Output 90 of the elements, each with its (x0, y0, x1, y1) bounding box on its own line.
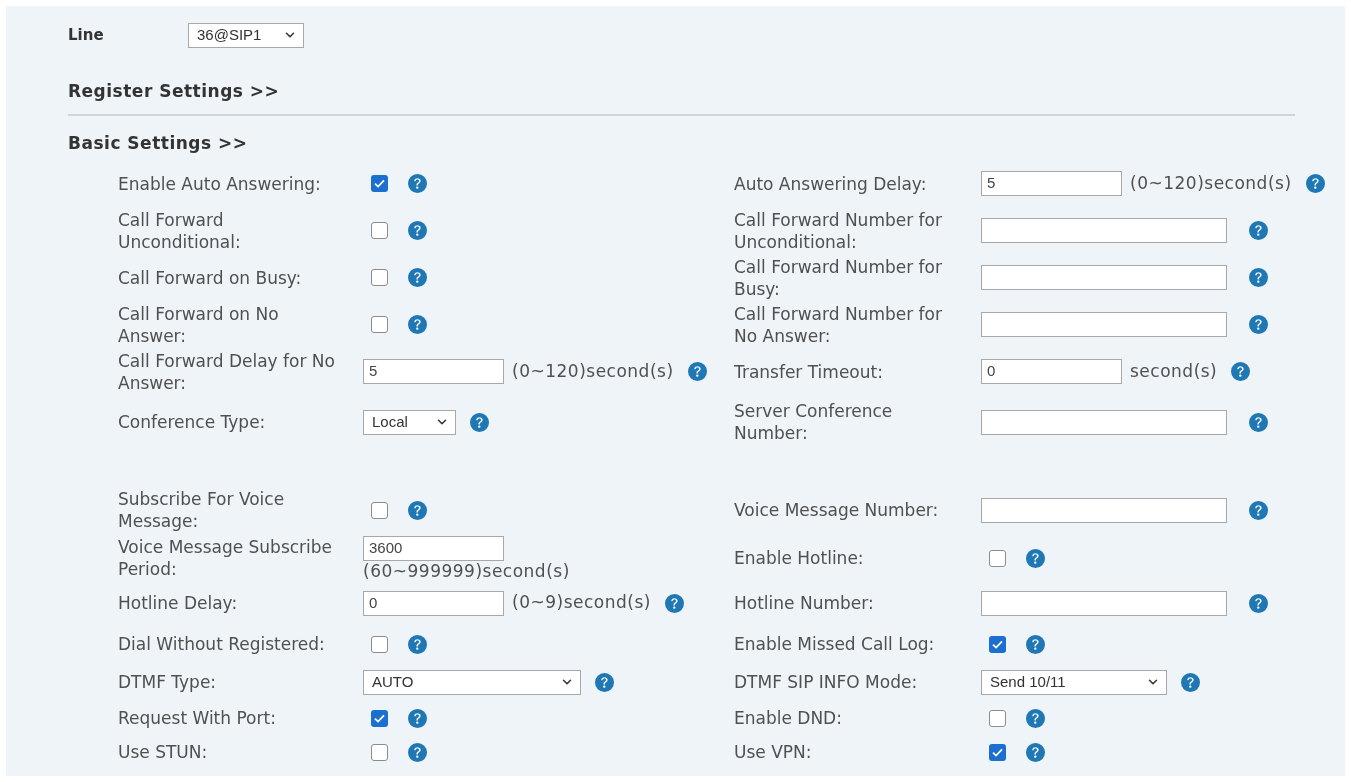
help-icon[interactable] (1249, 500, 1268, 520)
help-icon[interactable] (408, 708, 427, 728)
checkbox[interactable] (371, 316, 388, 333)
unit-text: (0~120)second(s) (512, 359, 674, 383)
help-icon[interactable] (408, 221, 427, 240)
help-icon[interactable] (1026, 634, 1045, 654)
field-label: Voice Message Subscribe Period: (118, 536, 334, 580)
field-label: Call Forward on No Answer: (118, 302, 280, 347)
unit-text: (0~120)second(s) (1130, 171, 1292, 195)
help-icon[interactable] (408, 634, 427, 654)
text-field[interactable] (981, 409, 1227, 435)
checkmark-icon (992, 639, 1003, 649)
field-label: Dial Without Registered: (118, 633, 326, 655)
help-icon[interactable] (1026, 708, 1045, 728)
checkbox[interactable] (371, 635, 388, 653)
checkbox[interactable] (989, 709, 1006, 727)
checkmark-icon (374, 179, 385, 188)
help-icon[interactable] (595, 672, 614, 692)
dropdown[interactable]: Local (363, 409, 456, 435)
field-label: Enable Missed Call Log: (734, 633, 936, 655)
field-label: Use VPN: (734, 741, 813, 763)
help-icon[interactable] (1249, 593, 1268, 613)
checkbox[interactable] (989, 549, 1006, 567)
checkbox[interactable] (371, 222, 388, 239)
unit-text: second(s) (1130, 359, 1218, 383)
field-label: Conference Type: (118, 411, 267, 433)
help-icon[interactable] (408, 268, 427, 287)
checkbox[interactable] (989, 635, 1006, 653)
field-label: Call Forward Delay for No Answer: (118, 349, 336, 394)
text-field[interactable] (981, 497, 1227, 523)
field-label: Use STUN: (118, 741, 209, 763)
field-label: DTMF SIP INFO Mode: (734, 671, 919, 693)
text-field[interactable] (981, 265, 1227, 290)
text-field[interactable] (981, 312, 1227, 337)
checkmark-icon (374, 713, 385, 723)
dropdown[interactable]: AUTO (363, 669, 581, 695)
help-icon[interactable] (1249, 315, 1268, 334)
help-icon[interactable] (1249, 412, 1268, 432)
field-label: Hotline Delay: (118, 592, 239, 614)
section-heading[interactable]: Register Settings >> (68, 80, 280, 102)
field-label: Call Forward on Busy: (118, 266, 303, 289)
checkmark-icon (992, 747, 1003, 757)
dropdown[interactable]: 36@SIP1 (188, 22, 304, 48)
text-field[interactable] (981, 590, 1227, 616)
unit-text: (0~9)second(s) (512, 591, 651, 615)
help-icon[interactable] (1181, 672, 1200, 692)
help-icon[interactable] (1231, 362, 1251, 381)
checkbox[interactable] (371, 269, 388, 286)
help-icon[interactable] (470, 412, 489, 432)
field-label: Call Forward Unconditional: (118, 208, 242, 253)
checkbox[interactable] (989, 743, 1006, 761)
unit-text: (60~999999)second(s) (363, 560, 570, 581)
help-icon[interactable] (664, 593, 684, 613)
line-label: Line (68, 24, 105, 46)
field-label: Auto Answering Delay: (734, 172, 928, 195)
help-icon[interactable] (408, 174, 427, 193)
help-icon[interactable] (408, 742, 427, 762)
field-label: Call Forward Number for Unconditional: (734, 208, 943, 253)
field-label: Voice Message Number: (734, 499, 940, 521)
text-field[interactable] (981, 218, 1227, 243)
help-icon[interactable] (1026, 742, 1045, 762)
text-field[interactable]: 5 (363, 359, 504, 384)
checkbox[interactable] (371, 175, 388, 192)
checkbox[interactable] (371, 709, 388, 727)
field-label: Request With Port: (118, 707, 277, 729)
help-icon[interactable] (1249, 268, 1268, 287)
text-field[interactable]: 0 (363, 590, 504, 616)
text-field[interactable]: 3600 (363, 535, 504, 561)
field-label: Call Forward Number for Busy: (734, 255, 943, 300)
text-field[interactable]: 5 (981, 171, 1122, 196)
help-icon[interactable] (1305, 174, 1325, 193)
checkbox[interactable] (371, 501, 388, 519)
field-label: DTMF Type: (118, 671, 218, 693)
help-icon[interactable] (1026, 548, 1045, 568)
section-heading[interactable]: Basic Settings >> (68, 132, 248, 154)
field-label: Enable Hotline: (734, 547, 865, 569)
help-icon[interactable] (408, 315, 427, 334)
dropdown[interactable]: Send 10/11 (981, 669, 1167, 695)
help-icon[interactable] (408, 500, 427, 520)
checkbox[interactable] (371, 743, 388, 761)
help-icon[interactable] (687, 362, 707, 381)
field-label: Transfer Timeout: (734, 360, 884, 383)
help-icon[interactable] (1249, 221, 1268, 240)
field-label: Subscribe For Voice Message: (118, 488, 286, 532)
text-field[interactable]: 0 (981, 359, 1122, 384)
field-label: Call Forward Number for No Answer: (734, 302, 943, 347)
field-label: Enable Auto Answering: (118, 172, 322, 195)
field-label: Enable DND: (734, 707, 843, 729)
field-label: Hotline Number: (734, 592, 875, 614)
field-label: Server Conference Number: (734, 400, 894, 444)
